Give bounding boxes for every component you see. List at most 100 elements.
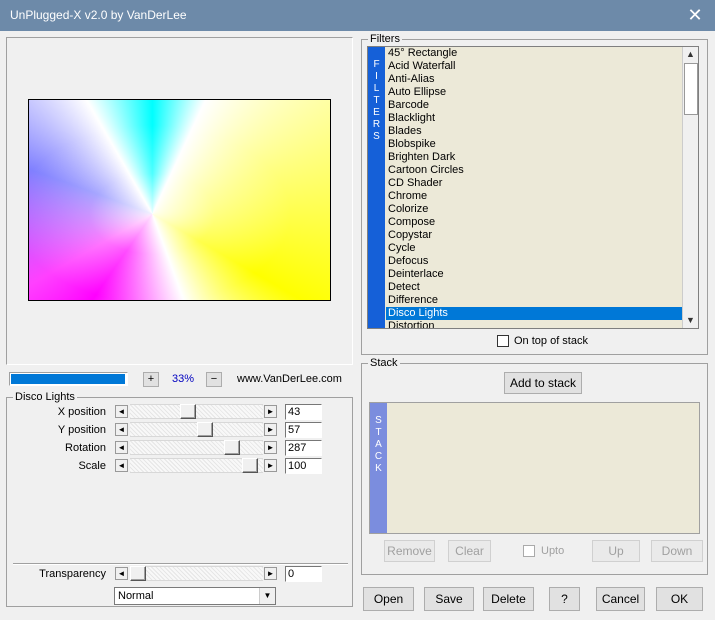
down-button[interactable]: Down bbox=[651, 540, 703, 562]
filters-side-bar: FILTERS bbox=[368, 47, 385, 328]
filter-item[interactable]: Detect bbox=[386, 281, 683, 294]
stack-side-letter: A bbox=[375, 439, 382, 450]
stack-group-label: Stack bbox=[368, 357, 400, 369]
filter-item[interactable]: Chrome bbox=[386, 190, 683, 203]
chevron-down-icon[interactable]: ▼ bbox=[259, 588, 275, 604]
filter-item[interactable]: Blades bbox=[386, 125, 683, 138]
blend-mode-value: Normal bbox=[118, 590, 154, 602]
transparency-right-arrow-icon[interactable]: ► bbox=[264, 567, 277, 580]
param-thumb[interactable] bbox=[242, 458, 258, 473]
help-button[interactable]: ? bbox=[549, 587, 580, 611]
param-right-arrow-icon[interactable]: ► bbox=[264, 405, 277, 418]
upto-label: Upto bbox=[541, 545, 565, 557]
param-right-arrow-icon[interactable]: ► bbox=[264, 423, 277, 436]
filter-item[interactable]: Difference bbox=[386, 294, 683, 307]
filters-side-letter: F bbox=[373, 59, 380, 70]
filter-item[interactable]: Auto Ellipse bbox=[386, 86, 683, 99]
stack-side-letter: T bbox=[375, 427, 382, 438]
website-link[interactable]: www.VanDerLee.com bbox=[237, 373, 342, 385]
stack-side-letter: S bbox=[375, 415, 382, 426]
filters-list[interactable]: FILTERS 45° Rectangle Acid Waterfall Anti-… bbox=[367, 46, 699, 329]
filter-item[interactable]: Brighten Dark bbox=[386, 151, 683, 164]
filter-item[interactable]: Blacklight bbox=[386, 112, 683, 125]
filter-item[interactable]: 45° Rectangle bbox=[386, 47, 683, 60]
param-label: Scale bbox=[78, 460, 106, 472]
stack-side-letter: C bbox=[374, 451, 383, 462]
up-button[interactable]: Up bbox=[592, 540, 640, 562]
stack-list[interactable]: STACK bbox=[369, 402, 700, 534]
filter-item[interactable]: Blobspike bbox=[386, 138, 683, 151]
separator bbox=[13, 563, 348, 565]
save-button[interactable]: Save bbox=[424, 587, 474, 611]
filter-item[interactable]: Anti-Alias bbox=[386, 73, 683, 86]
window-title: UnPlugged-X v2.0 by VanDerLee bbox=[10, 8, 187, 22]
scroll-thumb[interactable] bbox=[684, 63, 698, 115]
param-right-arrow-icon[interactable]: ► bbox=[264, 459, 277, 472]
filter-item[interactable]: Compose bbox=[386, 216, 683, 229]
clear-button[interactable]: Clear bbox=[448, 540, 491, 562]
cancel-button[interactable]: Cancel bbox=[596, 587, 645, 611]
progress-bar bbox=[9, 372, 128, 386]
filters-side-letter: I bbox=[375, 71, 378, 82]
stack-side-bar: STACK bbox=[370, 403, 387, 533]
param-left-arrow-icon[interactable]: ◄ bbox=[115, 441, 128, 454]
param-label: Rotation bbox=[65, 442, 106, 454]
zoom-in-button[interactable]: + bbox=[143, 372, 159, 387]
transparency-track[interactable] bbox=[130, 566, 263, 581]
transparency-thumb[interactable] bbox=[130, 566, 146, 581]
stack-side-letter: K bbox=[375, 463, 382, 474]
blend-mode-select[interactable]: Normal ▼ bbox=[114, 587, 276, 605]
transparency-left-arrow-icon[interactable]: ◄ bbox=[115, 567, 128, 580]
param-label: X position bbox=[57, 406, 106, 418]
filters-scrollbar[interactable]: ▲ ▼ bbox=[682, 47, 698, 328]
preview-image[interactable] bbox=[28, 99, 331, 301]
param-left-arrow-icon[interactable]: ◄ bbox=[115, 423, 128, 436]
scroll-down-icon[interactable]: ▼ bbox=[683, 313, 698, 328]
filter-item[interactable]: Barcode bbox=[386, 99, 683, 112]
filter-item[interactable]: Cartoon Circles bbox=[386, 164, 683, 177]
filter-item[interactable]: Copystar bbox=[386, 229, 683, 242]
filter-item[interactable]: Deinterlace bbox=[386, 268, 683, 281]
transparency-value-field[interactable]: 0 bbox=[285, 566, 322, 582]
delete-button[interactable]: Delete bbox=[483, 587, 534, 611]
filter-item[interactable]: Acid Waterfall bbox=[386, 60, 683, 73]
param-value-field[interactable]: 287 bbox=[285, 440, 322, 456]
ok-button[interactable]: OK bbox=[656, 587, 703, 611]
param-right-arrow-icon[interactable]: ► bbox=[264, 441, 277, 454]
param-track[interactable] bbox=[130, 404, 263, 419]
zoom-out-button[interactable]: − bbox=[206, 372, 222, 387]
param-thumb[interactable] bbox=[197, 422, 213, 437]
filters-side-letter: R bbox=[372, 119, 381, 130]
param-left-arrow-icon[interactable]: ◄ bbox=[115, 405, 128, 418]
filters-side-letter: T bbox=[373, 95, 380, 106]
filter-item[interactable]: CD Shader bbox=[386, 177, 683, 190]
add-to-stack-button[interactable]: Add to stack bbox=[504, 372, 582, 394]
filters-side-letter: S bbox=[373, 131, 380, 142]
param-value-field[interactable]: 100 bbox=[285, 458, 322, 474]
filter-item[interactable]: Disco Lights bbox=[386, 307, 683, 320]
filter-item[interactable]: Defocus bbox=[386, 255, 683, 268]
filter-item[interactable]: Cycle bbox=[386, 242, 683, 255]
zoom-level: 33% bbox=[172, 373, 195, 385]
param-left-arrow-icon[interactable]: ◄ bbox=[115, 459, 128, 472]
on-top-checkbox[interactable] bbox=[497, 335, 509, 347]
effect-group-label: Disco Lights bbox=[13, 391, 77, 403]
param-thumb[interactable] bbox=[180, 404, 196, 419]
param-value-field[interactable]: 43 bbox=[285, 404, 322, 420]
param-thumb[interactable] bbox=[224, 440, 240, 455]
filters-group-label: Filters bbox=[368, 33, 402, 45]
filters-side-letter: E bbox=[373, 107, 380, 118]
param-track[interactable] bbox=[130, 440, 263, 455]
scroll-up-icon[interactable]: ▲ bbox=[683, 47, 698, 62]
filter-items: 45° Rectangle Acid Waterfall Anti-Alias Aut… bbox=[386, 47, 683, 328]
param-label: Y position bbox=[57, 424, 106, 436]
param-value-field[interactable]: 57 bbox=[285, 422, 322, 438]
remove-button[interactable]: Remove bbox=[384, 540, 435, 562]
filter-item[interactable]: Distortion bbox=[386, 320, 683, 328]
close-icon[interactable]: ✕ bbox=[685, 5, 705, 25]
filter-item[interactable]: Colorize bbox=[386, 203, 683, 216]
transparency-label: Transparency bbox=[39, 568, 106, 580]
on-top-label: On top of stack bbox=[514, 335, 588, 347]
upto-checkbox[interactable] bbox=[523, 545, 535, 557]
open-button[interactable]: Open bbox=[363, 587, 414, 611]
